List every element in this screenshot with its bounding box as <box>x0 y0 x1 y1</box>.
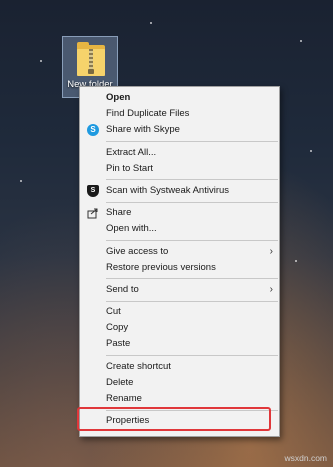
menu-item-delete[interactable]: Delete <box>80 375 279 391</box>
menu-item-properties[interactable]: Properties <box>80 413 279 429</box>
menu-item-cut[interactable]: Cut <box>80 304 279 320</box>
watermark: wsxdn.com <box>284 453 327 463</box>
menu-item-create-shortcut[interactable]: Create shortcut <box>80 359 279 375</box>
menu-item-label: Create shortcut <box>106 360 171 372</box>
menu-item-open[interactable]: Open <box>80 90 279 106</box>
menu-item-label: Properties <box>106 415 150 427</box>
menu-item-paste[interactable]: Paste <box>80 336 279 352</box>
menu-item-label: Restore previous versions <box>106 261 216 273</box>
menu-separator <box>106 355 278 357</box>
context-menu: Open Find Duplicate Files S Share with Skyp… <box>79 86 280 437</box>
zip-folder-icon <box>77 42 105 76</box>
chevron-right-icon: › <box>269 283 273 295</box>
menu-item-label: Give access to <box>106 245 169 257</box>
menu-item-label: Paste <box>106 338 131 350</box>
menu-item-share-with-skype[interactable]: S Share with Skype <box>80 122 279 138</box>
menu-item-label: Delete <box>106 376 134 388</box>
menu-separator <box>106 278 278 280</box>
menu-separator <box>106 240 278 241</box>
menu-item-label: Share <box>106 207 132 219</box>
menu-item-give-access-to[interactable]: Give access to › <box>80 244 279 260</box>
menu-item-label: Send to <box>106 283 139 295</box>
menu-separator <box>106 141 278 143</box>
chevron-right-icon: › <box>269 245 273 257</box>
menu-item-label: Rename <box>106 393 142 404</box>
menu-item-pin-to-start[interactable]: Pin to Start <box>80 161 279 177</box>
menu-item-copy[interactable]: Copy <box>80 320 279 336</box>
menu-item-restore-previous-versions[interactable]: Restore previous versions <box>80 260 279 276</box>
menu-item-open-with[interactable]: Open with... <box>80 221 279 237</box>
menu-item-label: Pin to Start <box>106 162 153 174</box>
shield-icon: S <box>87 184 99 197</box>
menu-item-scan-with-systweak-antivirus[interactable]: S Scan with Systweak Antivirus <box>80 183 279 199</box>
skype-icon: S <box>87 124 99 137</box>
menu-separator <box>106 409 278 411</box>
menu-item-label: Cut <box>106 306 121 318</box>
menu-separator <box>106 300 278 302</box>
menu-item-share[interactable]: Share <box>80 205 279 221</box>
menu-item-find-duplicate-files[interactable]: Find Duplicate Files <box>80 106 279 122</box>
menu-item-label: Open with... <box>106 223 157 235</box>
menu-item-rename[interactable]: Rename <box>80 391 279 407</box>
menu-item-extract-all[interactable]: Extract All... <box>80 145 279 161</box>
menu-item-label: Find Duplicate Files <box>106 108 190 120</box>
menu-item-label: Copy <box>106 322 129 334</box>
menu-item-send-to[interactable]: Send to › <box>80 282 279 298</box>
menu-item-label: Share with Skype <box>106 124 180 136</box>
menu-item-label: Open <box>106 92 131 103</box>
menu-separator <box>106 179 278 181</box>
menu-separator <box>106 201 278 203</box>
menu-item-label: Scan with Systweak Antivirus <box>106 184 230 196</box>
menu-item-label: Extract All... <box>106 146 157 158</box>
share-icon <box>87 207 99 219</box>
